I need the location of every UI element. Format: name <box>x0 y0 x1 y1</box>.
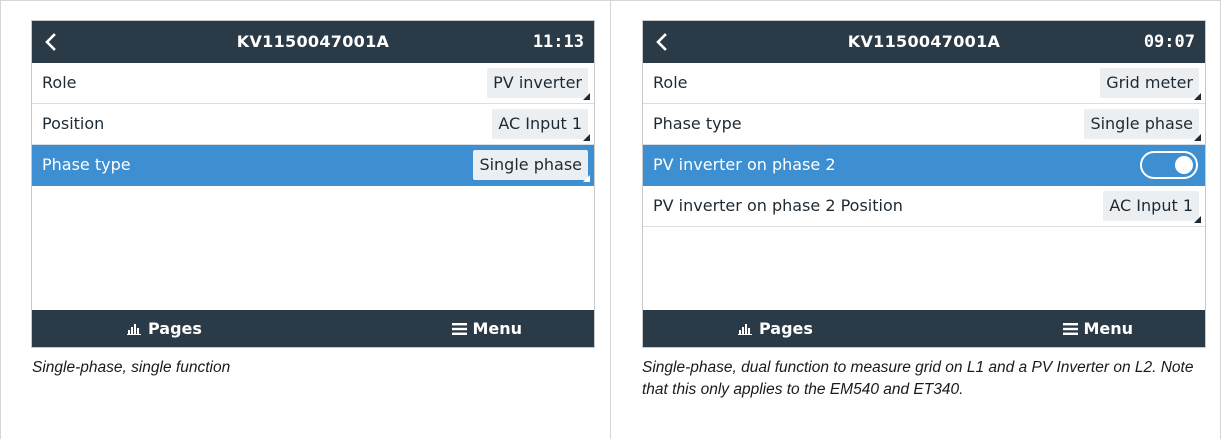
left-panel: KV1150047001A 11:13 Role PV inverter Pos… <box>0 0 610 439</box>
menu-button[interactable]: Menu <box>452 310 522 347</box>
setting-row-phase-type[interactable]: Phase type Single phase <box>32 145 594 186</box>
title-bar: KV1150047001A 11:13 <box>32 21 594 63</box>
setting-row-position[interactable]: Position AC Input 1 <box>32 104 594 145</box>
pages-button[interactable]: Pages <box>127 310 202 347</box>
setting-value[interactable]: PV inverter <box>487 68 590 100</box>
title-bar: KV1150047001A 09:07 <box>643 21 1205 63</box>
device-screen-left: KV1150047001A 11:13 Role PV inverter Pos… <box>31 20 595 348</box>
setting-value[interactable]: AC Input 1 <box>492 109 590 141</box>
hamburger-menu-icon <box>452 322 468 335</box>
setting-value[interactable]: AC Input 1 <box>1103 191 1201 223</box>
setting-label: PV inverter on phase 2 <box>653 155 836 174</box>
setting-label: Phase type <box>653 114 742 133</box>
setting-value[interactable]: Grid meter <box>1100 68 1201 100</box>
menu-label: Menu <box>1083 319 1133 338</box>
setting-row-pv-inverter-phase-2-position[interactable]: PV inverter on phase 2 Position AC Input… <box>643 186 1205 227</box>
caption: Single-phase, dual function to measure g… <box>642 359 1194 398</box>
menu-button[interactable]: Menu <box>1063 310 1133 347</box>
clock: 11:13 <box>532 32 584 52</box>
bottom-bar: Pages Menu <box>643 310 1205 347</box>
bottom-bar: Pages Menu <box>32 310 594 347</box>
setting-row-role[interactable]: Role PV inverter <box>32 63 594 104</box>
bar-chart-icon <box>738 323 752 335</box>
device-title: KV1150047001A <box>236 32 390 51</box>
pages-button[interactable]: Pages <box>738 310 813 347</box>
setting-value[interactable]: Single phase <box>473 150 590 182</box>
toggle-switch[interactable] <box>1140 151 1198 179</box>
setting-value[interactable]: Single phase <box>1084 109 1201 141</box>
setting-row-pv-inverter-phase-2[interactable]: PV inverter on phase 2 <box>643 145 1205 186</box>
right-panel: KV1150047001A 09:07 Role Grid meter Phas… <box>610 0 1221 439</box>
bar-chart-icon <box>127 323 141 335</box>
clock: 09:07 <box>1143 32 1195 52</box>
setting-row-phase-type[interactable]: Phase type Single phase <box>643 104 1205 145</box>
device-screen-right: KV1150047001A 09:07 Role Grid meter Phas… <box>642 20 1206 348</box>
setting-label: Position <box>42 114 105 133</box>
pages-label: Pages <box>148 319 202 338</box>
caption: Single-phase, single function <box>32 359 231 376</box>
device-title: KV1150047001A <box>847 32 1001 51</box>
setting-label: Role <box>42 73 77 92</box>
setting-label: Phase type <box>42 155 131 174</box>
hamburger-menu-icon <box>1063 322 1079 335</box>
setting-row-role[interactable]: Role Grid meter <box>643 63 1205 104</box>
menu-label: Menu <box>472 319 522 338</box>
pages-label: Pages <box>759 319 813 338</box>
setting-label: Role <box>653 73 688 92</box>
setting-label: PV inverter on phase 2 Position <box>653 196 903 215</box>
toggle-knob <box>1175 156 1193 174</box>
